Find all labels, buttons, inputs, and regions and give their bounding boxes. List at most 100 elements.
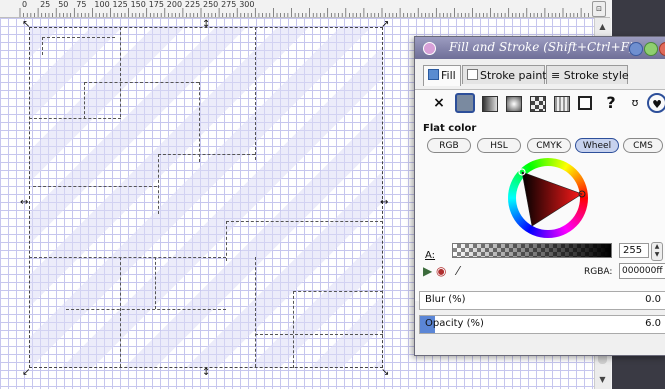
fill-and-stroke-dialog: Fill and Stroke (Shift+Ctrl+F) Fill Stro… xyxy=(414,36,665,356)
guide-line xyxy=(158,154,159,214)
mesh-button[interactable] xyxy=(527,93,547,113)
scale-handle-bottom-right[interactable]: ↘ xyxy=(381,368,389,378)
guide-line xyxy=(226,221,227,261)
guide-line xyxy=(293,291,383,292)
guide-line xyxy=(255,334,383,335)
guide-line xyxy=(84,82,85,119)
tab-fill-label: Fill xyxy=(441,69,456,82)
mode-rgb-button[interactable]: RGB xyxy=(427,138,471,153)
guide-line xyxy=(42,37,43,55)
maximize-button[interactable] xyxy=(644,42,658,56)
mode-wheel-button[interactable]: Wheel xyxy=(575,138,619,153)
ruler-label: 200 xyxy=(166,0,183,9)
dialog-titlebar[interactable]: Fill and Stroke (Shift+Ctrl+F) xyxy=(415,37,665,59)
ruler-label: 175 xyxy=(148,0,164,9)
ruler-label: 125 xyxy=(112,0,128,9)
eyedropper-icon[interactable]: ⁄ xyxy=(457,265,470,278)
guide-line xyxy=(29,118,121,119)
guide-line xyxy=(199,82,200,162)
page-border xyxy=(29,27,383,368)
ruler-label: 150 xyxy=(130,0,146,9)
scale-handle-bottom[interactable]: ↕ xyxy=(202,368,210,378)
flat-color-button[interactable] xyxy=(455,93,475,113)
fill-rule-evenodd-button[interactable]: ʊ xyxy=(625,93,645,113)
mesh-icon xyxy=(530,96,546,112)
blur-label: Blur (%) xyxy=(425,294,466,305)
guide-line xyxy=(255,257,256,367)
swatch-button[interactable] xyxy=(575,93,595,113)
ruler-label: 275 xyxy=(221,0,237,9)
ruler-label: 75 xyxy=(76,0,87,9)
pattern-icon xyxy=(554,96,570,112)
guide-line xyxy=(293,291,294,368)
ruler-ticks xyxy=(19,8,589,17)
scroll-up-arrow-icon[interactable]: ▲ xyxy=(597,21,608,32)
ruler-label: 250 xyxy=(203,0,219,9)
mode-cms-button[interactable]: CMS xyxy=(623,138,663,153)
out-of-gamut-icon: ◉ xyxy=(436,264,447,278)
close-button[interactable] xyxy=(659,42,665,56)
radial-gradient-icon xyxy=(506,96,522,112)
unset-paint-button[interactable]: ? xyxy=(601,93,621,113)
alpha-label: A: xyxy=(425,250,436,261)
guide-line xyxy=(66,309,226,310)
scale-handle-bottom-left[interactable]: ↙ xyxy=(22,368,30,378)
tab-fill[interactable]: Fill xyxy=(423,65,461,86)
scale-handle-top-right[interactable]: ↗ xyxy=(381,20,389,30)
swatch-icon xyxy=(578,96,592,110)
mode-hsl-button[interactable]: HSL xyxy=(477,138,521,153)
fill-rule-nonzero-button[interactable]: ♥ xyxy=(647,93,665,113)
paint-type-row: × ? ʊ ♥ xyxy=(415,89,665,116)
guide-line xyxy=(255,27,256,160)
scroll-down-arrow-icon[interactable]: ▼ xyxy=(597,374,608,385)
opacity-slider[interactable]: Opacity (%) 6.0 xyxy=(419,315,665,334)
scale-handle-left[interactable]: ↔ xyxy=(20,198,28,208)
color-triangle[interactable] xyxy=(508,158,588,238)
scale-handle-right[interactable]: ↔ xyxy=(380,198,388,208)
guide-line xyxy=(29,257,226,258)
section-title: Flat color xyxy=(423,123,477,134)
minimize-button[interactable] xyxy=(629,42,643,56)
linear-gradient-icon xyxy=(482,96,498,112)
alpha-slider[interactable] xyxy=(452,243,612,258)
guide-line xyxy=(158,154,255,155)
guide-line xyxy=(226,221,383,222)
guide-line xyxy=(33,186,157,187)
zoom-corner-button[interactable]: ⊡ xyxy=(592,1,606,17)
tab-stroke-paint[interactable]: Stroke paint xyxy=(462,65,547,84)
ruler-label: 50 xyxy=(58,0,69,9)
opacity-value: 6.0 xyxy=(645,318,661,329)
app-icon xyxy=(423,42,436,55)
ruler-label: 300 xyxy=(239,0,255,9)
linear-gradient-button[interactable] xyxy=(479,93,499,113)
stroke-paint-indicator xyxy=(467,69,478,80)
alpha-value-field[interactable]: 255 xyxy=(619,243,649,258)
guide-line xyxy=(155,257,156,309)
horizontal-ruler[interactable]: 0 25 50 75 100 125 150 175 200 225 250 275 300 ⊡ xyxy=(0,0,610,18)
pattern-button[interactable] xyxy=(551,93,571,113)
ruler-label: 0 xyxy=(22,0,28,9)
dialog-title: Fill and Stroke (Shift+Ctrl+F) xyxy=(449,40,634,54)
scale-handle-top[interactable]: ↕ xyxy=(202,20,210,30)
blur-slider[interactable]: Blur (%) 0.0 xyxy=(419,291,665,310)
tab-stroke-paint-label: Stroke paint xyxy=(480,69,547,82)
rgba-field[interactable]: 000000ff xyxy=(619,263,665,279)
ruler-label: 225 xyxy=(184,0,201,9)
mode-cmyk-button[interactable]: CMYK xyxy=(527,138,571,153)
radial-gradient-button[interactable] xyxy=(503,93,523,113)
alpha-spin-button[interactable]: ▲ ▼ xyxy=(651,242,663,261)
guide-line xyxy=(120,257,121,367)
no-paint-button[interactable]: × xyxy=(429,93,449,113)
color-managed-icon: ▶ xyxy=(423,264,433,278)
fill-panel-body: Flat color RGB HSL CMYK Wheel CMS A: 255… xyxy=(415,116,665,301)
tab-stroke-style[interactable]: ≡ Stroke style xyxy=(546,65,629,84)
opacity-label: Opacity (%) xyxy=(425,318,484,329)
color-wheel[interactable] xyxy=(508,158,588,238)
blur-value: 0.0 xyxy=(645,294,661,305)
tab-stroke-style-label: Stroke style xyxy=(563,69,629,82)
scale-handle-top-left[interactable]: ↖ xyxy=(22,20,30,30)
rgba-label: RGBA: xyxy=(584,267,613,277)
fill-tab-indicator xyxy=(428,69,439,80)
guide-line xyxy=(42,37,115,38)
guide-line xyxy=(120,27,121,117)
